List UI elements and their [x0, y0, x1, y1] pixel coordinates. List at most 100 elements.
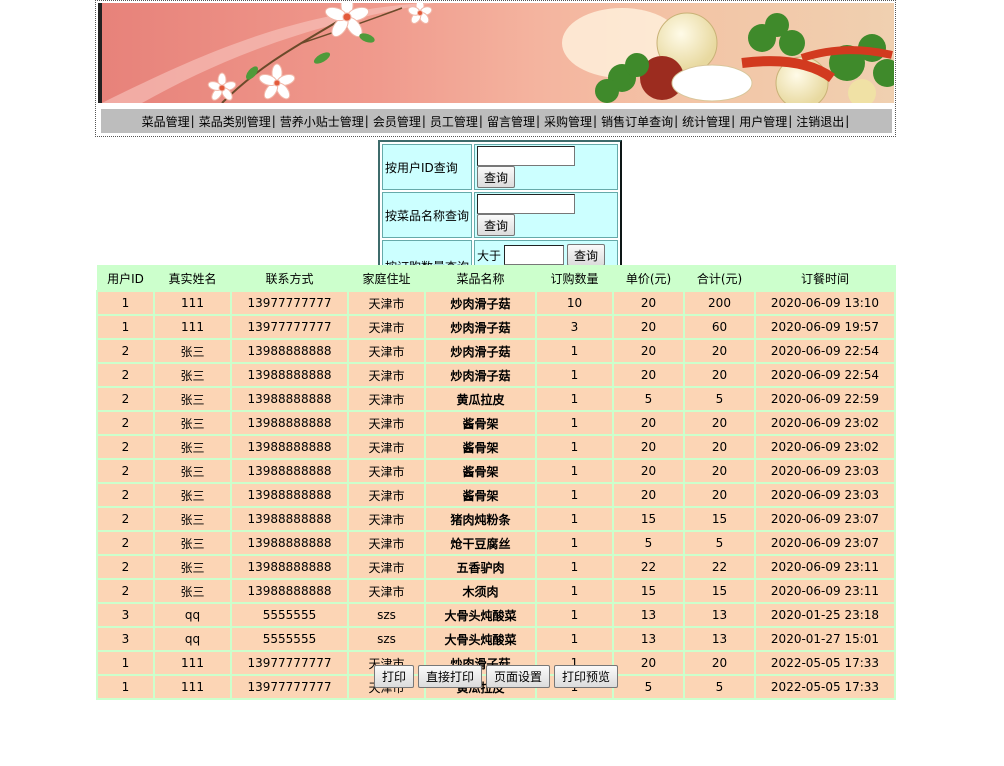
nav-separator: | — [535, 114, 541, 128]
cell-address: 天津市 — [347, 482, 426, 508]
cell-contact: 13977777777 — [230, 290, 349, 316]
cell-address: 天津市 — [347, 554, 426, 580]
nav-separator: | — [364, 114, 369, 128]
cell-order-time: 2020-06-09 22:54 — [754, 362, 896, 388]
greater-than-label: 大于 — [477, 248, 502, 263]
cell-user-id: 2 — [96, 506, 155, 532]
nav-separator: | — [845, 114, 850, 128]
cell-address: szs — [347, 602, 426, 628]
cell-real-name: 张三 — [153, 410, 232, 436]
table-row: 2 张三 13988888888 天津市 黄瓜拉皮 1 5 5 2020-06-09 22:59 — [96, 386, 896, 412]
cell-total: 20 — [683, 434, 756, 460]
cell-user-id: 1 — [96, 674, 155, 700]
nav-separator: | — [674, 114, 679, 128]
cell-user-id: 1 — [96, 314, 155, 340]
table-row: 3 qq 5555555 szs 大骨头炖酸菜 1 13 13 2020-01-27 15:01 — [96, 626, 896, 652]
cell-dish-name: 炒肉滑子菇 — [424, 362, 537, 388]
cell-quantity: 1 — [535, 386, 614, 412]
cell-quantity: 3 — [535, 314, 614, 340]
quantity-greater-input[interactable] — [504, 245, 565, 265]
greater-query-button[interactable]: 查询 — [567, 244, 606, 266]
cell-address: 天津市 — [347, 410, 426, 436]
nav-logout[interactable]: 注销退出 — [795, 113, 845, 130]
nav-separator: | — [190, 114, 195, 128]
cell-total: 20 — [683, 650, 756, 676]
cell-total: 5 — [683, 530, 756, 556]
dish-name-input[interactable] — [477, 194, 575, 214]
cell-order-time: 2020-06-09 22:54 — [754, 338, 896, 364]
cell-real-name: 张三 — [153, 506, 232, 532]
cell-order-time: 2020-01-25 23:18 — [754, 602, 896, 628]
page-setup-button[interactable]: 页面设置 — [486, 665, 551, 688]
cell-dish-name: 大骨头炖酸菜 — [424, 626, 537, 652]
cell-address: 天津市 — [347, 578, 426, 604]
table-row: 2 张三 13988888888 天津市 木须肉 1 15 15 2020-06-09 23:1… — [96, 578, 896, 604]
cell-total: 13 — [683, 626, 756, 652]
table-row: 2 张三 13988888888 天津市 五香驴肉 1 22 22 2020-06-09 23:… — [96, 554, 896, 580]
cell-quantity: 1 — [535, 578, 614, 604]
nav-statistics-management[interactable]: 统计管理 — [681, 113, 731, 130]
nav-member-management[interactable]: 会员管理 — [372, 113, 422, 130]
cell-contact: 13988888888 — [230, 578, 349, 604]
cell-real-name: 张三 — [153, 458, 232, 484]
cell-user-id: 2 — [96, 458, 155, 484]
user-query-button[interactable]: 查询 — [477, 166, 516, 188]
cell-user-id: 2 — [96, 362, 155, 388]
user-id-input[interactable] — [477, 146, 575, 166]
cell-unit-price: 20 — [612, 458, 685, 484]
nav-staff-management[interactable]: 员工管理 — [429, 113, 479, 130]
cell-address: 天津市 — [347, 506, 426, 532]
cell-contact: 5555555 — [230, 602, 349, 628]
table-row: 1 111 13977777777 天津市 炒肉滑子菇 10 20 200 2020-06-09… — [96, 290, 896, 316]
cell-real-name: 张三 — [153, 530, 232, 556]
cell-order-time: 2020-06-09 13:10 — [754, 290, 896, 316]
direct-print-button[interactable]: 直接打印 — [418, 665, 483, 688]
print-button[interactable]: 打印 — [374, 665, 415, 688]
cell-contact: 13988888888 — [230, 482, 349, 508]
cell-dish-name: 五香驴肉 — [424, 554, 537, 580]
search-user-label: 按用户ID查询 — [382, 144, 472, 190]
cell-contact: 13988888888 — [230, 434, 349, 460]
cell-contact: 13977777777 — [230, 674, 349, 700]
orders-table: 用户ID 真实姓名 联系方式 家庭住址 菜品名称 订购数量 单价(元) 合计(元… — [96, 265, 896, 700]
col-user-id: 用户ID — [96, 265, 155, 292]
cell-user-id: 1 — [96, 290, 155, 316]
nav-separator: | — [421, 114, 426, 128]
nav-message-management[interactable]: 留言管理 — [486, 113, 536, 130]
table-row: 2 张三 13988888888 天津市 酱骨架 1 20 20 2020-06-09 23:0… — [96, 410, 896, 436]
dish-query-button[interactable]: 查询 — [477, 214, 516, 236]
cell-quantity: 1 — [535, 362, 614, 388]
table-row: 3 qq 5555555 szs 大骨头炖酸菜 1 13 13 2020-01-25 23:18 — [96, 602, 896, 628]
cell-dish-name: 酱骨架 — [424, 482, 537, 508]
cell-unit-price: 20 — [612, 650, 685, 676]
nav-purchase-management[interactable]: 采购管理 — [543, 113, 593, 130]
cell-total: 22 — [683, 554, 756, 580]
cell-order-time: 2020-06-09 23:02 — [754, 410, 896, 436]
cell-contact: 13977777777 — [230, 314, 349, 340]
cell-dish-name: 黄瓜拉皮 — [424, 386, 537, 412]
cell-dish-name: 炝干豆腐丝 — [424, 530, 537, 556]
cell-user-id: 1 — [96, 650, 155, 676]
cell-contact: 13988888888 — [230, 530, 349, 556]
cell-order-time: 2020-06-09 23:02 — [754, 434, 896, 460]
nav-user-management[interactable]: 用户管理 — [738, 113, 788, 130]
cell-address: 天津市 — [347, 362, 426, 388]
nav-sales-order-query[interactable]: 销售订单查询 — [600, 113, 674, 130]
print-preview-button[interactable]: 打印预览 — [554, 665, 619, 688]
col-contact: 联系方式 — [230, 265, 349, 292]
cell-order-time: 2022-05-05 17:33 — [754, 650, 896, 676]
nav-separator: | — [788, 114, 793, 128]
cell-total: 15 — [683, 506, 756, 532]
nav-nutrition-tips-management[interactable]: 营养小贴士管理 — [279, 113, 365, 130]
table-row: 2 张三 13988888888 天津市 酱骨架 1 20 20 2020-06-09 23:0… — [96, 434, 896, 460]
print-actions: 打印 直接打印 页面设置 打印预览 — [374, 665, 619, 688]
cell-total: 20 — [683, 482, 756, 508]
nav-dish-management[interactable]: 菜品管理 — [141, 113, 191, 130]
cell-unit-price: 5 — [612, 674, 685, 700]
cell-quantity: 1 — [535, 602, 614, 628]
nav-dish-category-management[interactable]: 菜品类别管理 — [198, 113, 272, 130]
cell-dish-name: 酱骨架 — [424, 434, 537, 460]
col-dish-name: 菜品名称 — [424, 265, 537, 292]
cell-dish-name: 酱骨架 — [424, 410, 537, 436]
cell-dish-name: 木须肉 — [424, 578, 537, 604]
